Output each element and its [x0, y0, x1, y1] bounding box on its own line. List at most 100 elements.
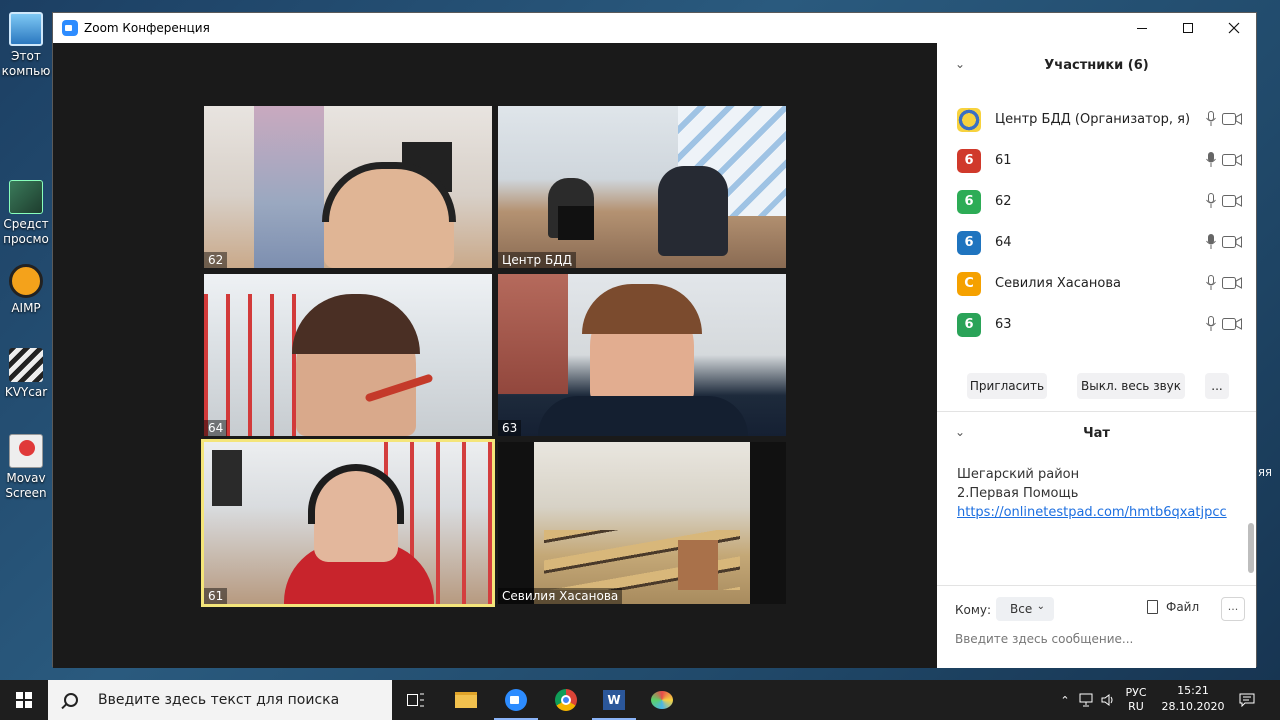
video-gallery: 62 Центр БДД 64 63 61 Севилия Хасанова — [53, 43, 937, 668]
video-tile-name: Севилия Хасанова — [498, 588, 623, 604]
microphone-icon[interactable] — [1206, 275, 1216, 291]
microphone-icon[interactable] — [1206, 316, 1216, 332]
chat-header[interactable]: ⌄ Чат — [937, 413, 1256, 453]
record-icon — [9, 434, 43, 468]
participant-row[interactable]: Центр БДД (Организатор, я) — [937, 99, 1256, 140]
taskbar-paint[interactable] — [638, 680, 686, 720]
taskbar-search[interactable] — [48, 680, 392, 720]
clock-time: 15:21 — [1177, 684, 1209, 697]
taskbar: W ⌃ РУС RU 15:21 28.10.2020 — [0, 680, 1280, 720]
camera-icon[interactable] — [1222, 317, 1242, 331]
participant-row[interactable]: С Севилия Хасанова — [937, 263, 1256, 304]
video-tile[interactable]: 64 — [204, 274, 492, 436]
desktop-icon-movavi[interactable]: Movav Screen — [0, 434, 52, 501]
file-icon — [1147, 600, 1158, 614]
network-button[interactable] — [1076, 680, 1096, 720]
desktop-icon-label: Этот — [11, 49, 41, 63]
video-tile-name: 63 — [498, 420, 522, 436]
video-person — [538, 396, 748, 436]
zoom-logo-icon — [62, 20, 78, 36]
hair — [582, 284, 702, 334]
recipient-select[interactable]: Все ⌄ — [996, 597, 1054, 621]
desktop-icon-label: Screen — [5, 486, 47, 500]
participants-header[interactable]: ⌄ Участники (6) — [937, 45, 1256, 85]
clapperboard-icon — [9, 348, 43, 382]
participant-row[interactable]: 6 64 — [937, 222, 1256, 263]
invite-button[interactable]: Пригласить — [967, 373, 1047, 399]
chat-more-button[interactable]: ··· — [1221, 597, 1245, 621]
chevron-up-icon: ⌃ — [1060, 693, 1070, 707]
maximize-icon — [1183, 23, 1193, 33]
desktop-icon-kvycam[interactable]: KVYcar — [0, 348, 52, 400]
video-tile-active[interactable]: 61 — [201, 439, 495, 607]
participants-list: Центр БДД (Организатор, я) 6 61 6 62 6 6… — [937, 99, 1256, 345]
side-panel: ⌄ Участники (6) Центр БДД (Организатор, … — [937, 43, 1256, 668]
mute-all-button[interactable]: Выкл. весь звук — [1077, 373, 1185, 399]
search-input[interactable] — [98, 692, 378, 708]
taskbar-zoom[interactable] — [492, 680, 540, 720]
video-tile[interactable]: Севилия Хасанова — [498, 442, 786, 604]
taskbar-explorer[interactable] — [442, 680, 490, 720]
language-region: RU — [1128, 700, 1144, 713]
monitor-icon — [9, 12, 43, 46]
photo-viewer-icon — [9, 180, 43, 214]
speaker-icon — [1101, 694, 1113, 706]
chat-message-link[interactable]: https://onlinetestpad.com/hmtb6qxatjpcc — [957, 503, 1227, 522]
start-button[interactable] — [0, 680, 48, 720]
chat-input[interactable] — [955, 629, 1235, 649]
video-tile-name: 61 — [204, 588, 228, 604]
camera-icon[interactable] — [1222, 112, 1242, 126]
window-title: Zoom Конференция — [84, 21, 210, 35]
participant-avatar: 6 — [957, 312, 981, 337]
chat-scrollbar[interactable] — [1248, 523, 1254, 573]
video-tile[interactable]: 62 — [204, 106, 492, 268]
microphone-icon[interactable] — [1206, 193, 1216, 209]
desktop-icon-label: Movav — [6, 471, 46, 485]
more-button[interactable]: ... — [1205, 373, 1229, 399]
participant-row[interactable]: 6 63 — [937, 304, 1256, 345]
desktop-icon-label: AIMP — [11, 301, 41, 315]
windows-icon — [16, 692, 32, 708]
camera-icon[interactable] — [1222, 276, 1242, 290]
aimp-icon — [9, 264, 43, 298]
camera-icon[interactable] — [1222, 153, 1242, 167]
desktop-icon-this-pc[interactable]: Этот компью — [0, 12, 52, 79]
participant-row[interactable]: 6 62 — [937, 181, 1256, 222]
file-button[interactable]: Файл — [1147, 600, 1199, 614]
taskbar-clock[interactable]: 15:21 28.10.2020 — [1160, 683, 1226, 715]
participant-avatar: 6 — [957, 148, 981, 173]
video-tile[interactable]: Центр БДД — [498, 106, 786, 268]
tray-overflow-button[interactable]: ⌃ — [1055, 680, 1075, 720]
participant-row[interactable]: 6 61 — [937, 140, 1256, 181]
folder-icon — [455, 692, 477, 708]
chevron-down-icon: ⌄ — [1036, 601, 1045, 612]
camera-icon[interactable] — [1222, 235, 1242, 249]
file-label: Файл — [1166, 600, 1200, 614]
language-indicator[interactable]: РУС RU — [1120, 680, 1152, 720]
task-view-button[interactable] — [392, 680, 440, 720]
notifications-button[interactable] — [1232, 680, 1262, 720]
camera-icon[interactable] — [1222, 194, 1242, 208]
palette-icon — [651, 691, 673, 709]
taskbar-word[interactable]: W — [590, 680, 638, 720]
minimize-button[interactable] — [1119, 13, 1165, 43]
desktop-icon-viewer[interactable]: Средст просмо — [0, 180, 52, 247]
title-bar: Zoom Конференция — [53, 13, 1256, 43]
maximize-button[interactable] — [1165, 13, 1211, 43]
desktop-icon-aimp[interactable]: AIMP — [0, 264, 52, 316]
participant-avatar: С — [957, 271, 981, 296]
microphone-icon[interactable] — [1206, 111, 1216, 127]
video-person — [658, 166, 728, 256]
video-tile[interactable]: 63 — [498, 274, 786, 436]
close-button[interactable] — [1211, 13, 1257, 43]
video-tile-name: Центр БДД — [498, 252, 576, 268]
microphone-icon[interactable] — [1206, 234, 1216, 250]
volume-button[interactable] — [1098, 680, 1118, 720]
desktop-icon-label: просмо — [3, 232, 49, 246]
microphone-icon[interactable] — [1206, 152, 1216, 168]
hair — [292, 294, 420, 354]
more-icon: ··· — [1227, 602, 1239, 616]
taskbar-chrome[interactable] — [542, 680, 590, 720]
video-background — [254, 106, 324, 268]
chat-message-line: 2.Первая Помощь — [957, 486, 1079, 501]
